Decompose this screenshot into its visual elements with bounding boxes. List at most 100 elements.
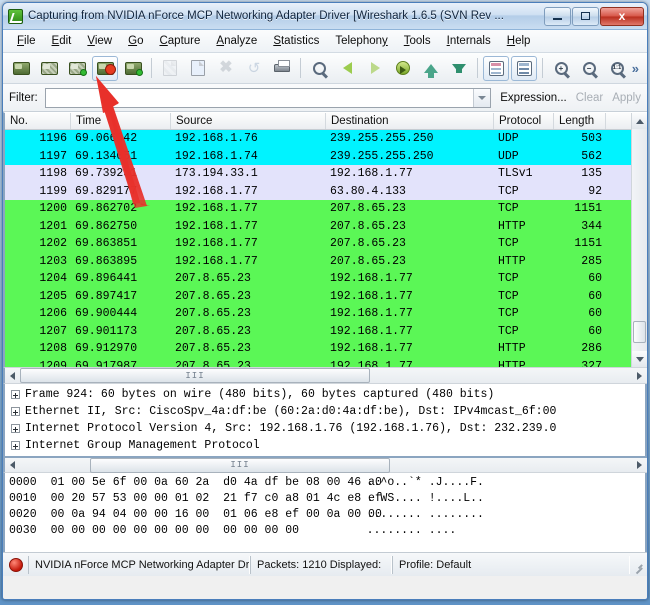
hex-row[interactable]: 002000 0a 94 04 00 00 16 00 01 06 e8 ef …: [9, 508, 645, 524]
reload-file-icon[interactable]: ↺: [241, 56, 267, 81]
stop-capture-indicator-icon[interactable]: [9, 558, 23, 572]
status-interface[interactable]: NVIDIA nForce MCP Networking Adapter Dri…: [28, 556, 250, 574]
scroll-up-arrow-icon[interactable]: [632, 113, 647, 129]
packet-row[interactable]: 120769.901173207.8.65.23192.168.1.77TCP6…: [5, 323, 647, 341]
restart-capture-icon[interactable]: [120, 56, 146, 81]
close-button[interactable]: x: [600, 7, 644, 26]
packet-row[interactable]: 120269.863851192.168.1.77207.8.65.23TCP1…: [5, 235, 647, 253]
scrollbar-thumb[interactable]: [633, 321, 646, 343]
hex-row[interactable]: 000001 00 5e 6f 00 0a 60 2a d0 4a df be …: [9, 476, 645, 492]
menu-tools[interactable]: Tools: [396, 33, 439, 49]
packet-details-pane[interactable]: Frame 924: 60 bytes on wire (480 bits), …: [3, 384, 647, 456]
filter-input[interactable]: [46, 89, 474, 107]
scroll-down-arrow-icon[interactable]: [632, 351, 647, 367]
menu-analyze[interactable]: Analyze: [208, 33, 265, 49]
scrollbar-track[interactable]: III: [20, 458, 632, 473]
scroll-right-arrow-icon[interactable]: [632, 368, 647, 383]
expand-tree-icon[interactable]: [11, 441, 20, 450]
toolbar-overflow-icon[interactable]: »: [632, 61, 639, 76]
column-header-source[interactable]: Source: [171, 113, 326, 129]
hex-row[interactable]: 001000 20 57 53 00 00 01 02 21 f7 c0 a8 …: [9, 492, 645, 508]
find-packet-icon[interactable]: [306, 56, 332, 81]
packet-row[interactable]: 120469.896441207.8.65.23192.168.1.77TCP6…: [5, 270, 647, 288]
expand-tree-icon[interactable]: [11, 407, 20, 416]
detail-row[interactable]: Internet Protocol Version 4, Src: 192.16…: [5, 420, 645, 437]
capture-options-icon[interactable]: [36, 56, 62, 81]
packet-row[interactable]: 120869.912970207.8.65.23192.168.1.77HTTP…: [5, 340, 647, 358]
expand-tree-icon[interactable]: [11, 390, 20, 399]
packet-cell-time: 69.862702: [71, 202, 171, 215]
packet-cell-no: 1197: [5, 150, 71, 163]
menu-file[interactable]: FFileile: [9, 33, 44, 49]
chevron-down-icon[interactable]: [473, 89, 490, 107]
apply-filter-button[interactable]: Apply: [612, 92, 641, 104]
packet-row[interactable]: 119669.066042192.168.1.76239.255.255.250…: [5, 130, 647, 148]
scroll-right-arrow-icon[interactable]: [632, 458, 647, 473]
packet-cell-dst: 192.168.1.77: [326, 167, 494, 180]
expression-button[interactable]: Expression...: [500, 92, 566, 104]
status-profile[interactable]: Profile: Default: [392, 556, 630, 574]
stop-capture-icon[interactable]: [92, 56, 118, 81]
menu-help[interactable]: Help: [499, 33, 539, 49]
hex-row[interactable]: 003000 00 00 00 00 00 00 00 00 00 00 00.…: [9, 524, 645, 540]
column-header-length[interactable]: Length: [554, 113, 606, 129]
packet-row[interactable]: 120169.862750192.168.1.77207.8.65.23HTTP…: [5, 218, 647, 236]
packet-list-horizontal-scrollbar[interactable]: III: [3, 367, 647, 384]
colorize-icon[interactable]: [483, 56, 509, 81]
minimize-button[interactable]: [544, 7, 571, 26]
packet-cell-proto: HTTP: [494, 220, 554, 233]
detail-row[interactable]: Ethernet II, Src: CiscoSpv_4a:df:be (60:…: [5, 403, 645, 420]
packet-cell-dst: 192.168.1.77: [326, 290, 494, 303]
close-file-icon[interactable]: ✖: [213, 56, 239, 81]
auto-scroll-icon[interactable]: [511, 56, 537, 81]
detail-row[interactable]: Frame 924: 60 bytes on wire (480 bits), …: [5, 386, 645, 403]
menu-capture[interactable]: Capture: [151, 33, 208, 49]
resize-grip-icon[interactable]: [630, 559, 642, 571]
scrollbar-thumb[interactable]: III: [20, 368, 370, 383]
packet-row[interactable]: 120969.917987207.8.65.23192.168.1.77HTTP…: [5, 358, 647, 367]
open-file-icon[interactable]: [157, 56, 183, 81]
detail-row[interactable]: Internet Group Management Protocol: [5, 437, 645, 454]
column-header-no[interactable]: No.: [5, 113, 71, 129]
column-header-time[interactable]: Time: [71, 113, 171, 129]
packet-row[interactable]: 120069.862702192.168.1.77207.8.65.23TCP1…: [5, 200, 647, 218]
expand-tree-icon[interactable]: [11, 424, 20, 433]
scrollbar-track[interactable]: III: [20, 368, 632, 383]
menu-view[interactable]: View: [79, 33, 120, 49]
zoom-out-icon[interactable]: −: [576, 56, 602, 81]
interfaces-icon[interactable]: [8, 56, 34, 81]
packet-cell-proto: HTTP: [494, 342, 554, 355]
menu-edit[interactable]: Edit: [44, 33, 80, 49]
go-to-packet-icon[interactable]: [390, 56, 416, 81]
column-header-destination[interactable]: Destination: [326, 113, 494, 129]
packet-row[interactable]: 119869.739231173.194.33.1192.168.1.77TLS…: [5, 165, 647, 183]
packet-row[interactable]: 119769.134051192.168.1.74239.255.255.250…: [5, 148, 647, 166]
scroll-left-arrow-icon[interactable]: [5, 458, 20, 473]
packet-cell-time: 69.829177: [71, 185, 171, 198]
go-to-first-icon[interactable]: [418, 56, 444, 81]
menu-telephony[interactable]: Telephony: [327, 33, 395, 49]
save-file-icon[interactable]: [185, 56, 211, 81]
zoom-reset-icon[interactable]: 1:1: [604, 56, 630, 81]
column-header-protocol[interactable]: Protocol: [494, 113, 554, 129]
go-back-icon[interactable]: [334, 56, 360, 81]
packet-row[interactable]: 119969.829177192.168.1.7763.80.4.133TCP9…: [5, 183, 647, 201]
menu-statistics[interactable]: Statistics: [265, 33, 327, 49]
packet-details-horizontal-scrollbar[interactable]: III: [3, 456, 647, 473]
start-capture-icon[interactable]: [64, 56, 90, 81]
go-forward-icon[interactable]: [362, 56, 388, 81]
clear-filter-button[interactable]: Clear: [576, 92, 603, 104]
menu-internals[interactable]: Internals: [439, 33, 499, 49]
packet-row[interactable]: 120569.897417207.8.65.23192.168.1.77TCP6…: [5, 288, 647, 306]
zoom-in-icon[interactable]: +: [548, 56, 574, 81]
menu-go[interactable]: Go: [120, 33, 151, 49]
go-to-last-icon[interactable]: [446, 56, 472, 81]
scrollbar-thumb[interactable]: III: [90, 458, 390, 473]
packet-list-vertical-scrollbar[interactable]: [631, 113, 647, 367]
maximize-button[interactable]: [572, 7, 599, 26]
scroll-left-arrow-icon[interactable]: [5, 368, 20, 383]
packet-row[interactable]: 120369.863895192.168.1.77207.8.65.23HTTP…: [5, 253, 647, 271]
print-icon[interactable]: [269, 56, 295, 81]
packet-bytes-pane[interactable]: 000001 00 5e 6f 00 0a 60 2a d0 4a df be …: [3, 473, 647, 552]
packet-row[interactable]: 120669.900444207.8.65.23192.168.1.77TCP6…: [5, 305, 647, 323]
